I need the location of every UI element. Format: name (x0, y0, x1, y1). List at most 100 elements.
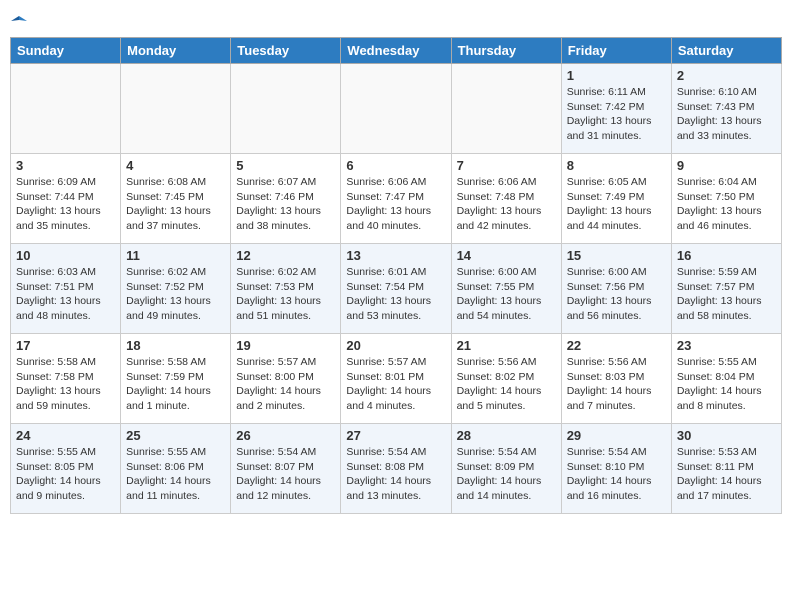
calendar-cell: 16 Sunrise: 5:59 AM Sunset: 7:57 PM Dayli… (671, 244, 781, 334)
day-number: 3 (16, 158, 115, 173)
calendar-cell: 27 Sunrise: 5:54 AM Sunset: 8:08 PM Dayli… (341, 424, 451, 514)
day-number: 1 (567, 68, 666, 83)
day-header-tuesday: Tuesday (231, 38, 341, 64)
day-number: 18 (126, 338, 225, 353)
day-number: 2 (677, 68, 776, 83)
calendar-header-row: SundayMondayTuesdayWednesdayThursdayFrid… (11, 38, 782, 64)
calendar-cell: 4 Sunrise: 6:08 AM Sunset: 7:45 PM Daylig… (121, 154, 231, 244)
day-number: 13 (346, 248, 445, 263)
calendar-week-2: 3 Sunrise: 6:09 AM Sunset: 7:44 PM Daylig… (11, 154, 782, 244)
day-number: 19 (236, 338, 335, 353)
day-number: 7 (457, 158, 556, 173)
day-number: 21 (457, 338, 556, 353)
day-number: 8 (567, 158, 666, 173)
day-number: 25 (126, 428, 225, 443)
day-detail: Sunrise: 6:03 AM Sunset: 7:51 PM Dayligh… (16, 265, 115, 324)
day-detail: Sunrise: 5:54 AM Sunset: 8:09 PM Dayligh… (457, 445, 556, 504)
calendar-cell: 20 Sunrise: 5:57 AM Sunset: 8:01 PM Dayli… (341, 334, 451, 424)
day-detail: Sunrise: 6:11 AM Sunset: 7:42 PM Dayligh… (567, 85, 666, 144)
calendar-cell: 12Sunrise: 6:02 AM Sunset: 7:53 PM Dayli… (231, 244, 341, 334)
calendar-cell: 30 Sunrise: 5:53 AM Sunset: 8:11 PM Dayli… (671, 424, 781, 514)
day-detail: Sunrise: 5:53 AM Sunset: 8:11 PM Dayligh… (677, 445, 776, 504)
day-header-monday: Monday (121, 38, 231, 64)
day-number: 20 (346, 338, 445, 353)
day-number: 27 (346, 428, 445, 443)
day-number: 17 (16, 338, 115, 353)
calendar-cell: 28 Sunrise: 5:54 AM Sunset: 8:09 PM Dayli… (451, 424, 561, 514)
calendar-cell: 21 Sunrise: 5:56 AM Sunset: 8:02 PM Dayli… (451, 334, 561, 424)
calendar-cell: 24Sunrise: 5:55 AM Sunset: 8:05 PM Dayli… (11, 424, 121, 514)
calendar-week-5: 24Sunrise: 5:55 AM Sunset: 8:05 PM Dayli… (11, 424, 782, 514)
day-number: 23 (677, 338, 776, 353)
day-number: 11 (126, 248, 225, 263)
day-header-sunday: Sunday (11, 38, 121, 64)
day-number: 16 (677, 248, 776, 263)
calendar-body: 1 Sunrise: 6:11 AM Sunset: 7:42 PM Daylig… (11, 64, 782, 514)
calendar-cell (451, 64, 561, 154)
calendar-week-1: 1 Sunrise: 6:11 AM Sunset: 7:42 PM Daylig… (11, 64, 782, 154)
calendar-cell: 10 Sunrise: 6:03 AM Sunset: 7:51 PM Dayli… (11, 244, 121, 334)
day-number: 24 (16, 428, 115, 443)
calendar-week-3: 10 Sunrise: 6:03 AM Sunset: 7:51 PM Dayli… (11, 244, 782, 334)
day-detail: Sunrise: 6:06 AM Sunset: 7:48 PM Dayligh… (457, 175, 556, 234)
calendar-cell: 29 Sunrise: 5:54 AM Sunset: 8:10 PM Dayli… (561, 424, 671, 514)
day-detail: Sunrise: 6:10 AM Sunset: 7:43 PM Dayligh… (677, 85, 776, 144)
calendar-cell: 18Sunrise: 5:58 AM Sunset: 7:59 PM Dayli… (121, 334, 231, 424)
day-detail: Sunrise: 6:05 AM Sunset: 7:49 PM Dayligh… (567, 175, 666, 234)
calendar-cell: 1 Sunrise: 6:11 AM Sunset: 7:42 PM Daylig… (561, 64, 671, 154)
day-number: 4 (126, 158, 225, 173)
calendar-cell (11, 64, 121, 154)
day-detail: Sunrise: 6:01 AM Sunset: 7:54 PM Dayligh… (346, 265, 445, 324)
calendar-cell (121, 64, 231, 154)
calendar-week-4: 17 Sunrise: 5:58 AM Sunset: 7:58 PM Dayli… (11, 334, 782, 424)
day-detail: Sunrise: 6:08 AM Sunset: 7:45 PM Dayligh… (126, 175, 225, 234)
day-number: 22 (567, 338, 666, 353)
day-detail: Sunrise: 6:06 AM Sunset: 7:47 PM Dayligh… (346, 175, 445, 234)
day-number: 10 (16, 248, 115, 263)
calendar-cell: 19 Sunrise: 5:57 AM Sunset: 8:00 PM Dayli… (231, 334, 341, 424)
calendar-cell: 26Sunrise: 5:54 AM Sunset: 8:07 PM Dayli… (231, 424, 341, 514)
day-detail: Sunrise: 6:09 AM Sunset: 7:44 PM Dayligh… (16, 175, 115, 234)
day-detail: Sunrise: 5:59 AM Sunset: 7:57 PM Dayligh… (677, 265, 776, 324)
day-detail: Sunrise: 5:57 AM Sunset: 8:01 PM Dayligh… (346, 355, 445, 414)
day-detail: Sunrise: 5:56 AM Sunset: 8:02 PM Dayligh… (457, 355, 556, 414)
day-header-thursday: Thursday (451, 38, 561, 64)
day-number: 5 (236, 158, 335, 173)
calendar-cell: 23 Sunrise: 5:55 AM Sunset: 8:04 PM Dayli… (671, 334, 781, 424)
calendar-cell: 22Sunrise: 5:56 AM Sunset: 8:03 PM Dayli… (561, 334, 671, 424)
calendar-table: SundayMondayTuesdayWednesdayThursdayFrid… (10, 37, 782, 514)
day-detail: Sunrise: 5:55 AM Sunset: 8:04 PM Dayligh… (677, 355, 776, 414)
day-detail: Sunrise: 6:00 AM Sunset: 7:56 PM Dayligh… (567, 265, 666, 324)
calendar-cell: 7 Sunrise: 6:06 AM Sunset: 7:48 PM Daylig… (451, 154, 561, 244)
day-header-saturday: Saturday (671, 38, 781, 64)
day-detail: Sunrise: 5:54 AM Sunset: 8:10 PM Dayligh… (567, 445, 666, 504)
calendar-cell: 14 Sunrise: 6:00 AM Sunset: 7:55 PM Dayli… (451, 244, 561, 334)
day-detail: Sunrise: 5:54 AM Sunset: 8:07 PM Dayligh… (236, 445, 335, 504)
calendar-cell: 3 Sunrise: 6:09 AM Sunset: 7:44 PM Daylig… (11, 154, 121, 244)
day-detail: Sunrise: 6:00 AM Sunset: 7:55 PM Dayligh… (457, 265, 556, 324)
day-number: 6 (346, 158, 445, 173)
calendar-cell: 6 Sunrise: 6:06 AM Sunset: 7:47 PM Daylig… (341, 154, 451, 244)
day-detail: Sunrise: 6:02 AM Sunset: 7:53 PM Dayligh… (236, 265, 335, 324)
day-number: 29 (567, 428, 666, 443)
day-header-wednesday: Wednesday (341, 38, 451, 64)
calendar-cell: 17 Sunrise: 5:58 AM Sunset: 7:58 PM Dayli… (11, 334, 121, 424)
day-number: 30 (677, 428, 776, 443)
day-detail: Sunrise: 5:58 AM Sunset: 7:58 PM Dayligh… (16, 355, 115, 414)
calendar-cell: 15 Sunrise: 6:00 AM Sunset: 7:56 PM Dayli… (561, 244, 671, 334)
calendar-cell: 5 Sunrise: 6:07 AM Sunset: 7:46 PM Daylig… (231, 154, 341, 244)
day-detail: Sunrise: 5:57 AM Sunset: 8:00 PM Dayligh… (236, 355, 335, 414)
calendar-cell (231, 64, 341, 154)
page-header (10, 10, 782, 29)
day-number: 14 (457, 248, 556, 263)
day-detail: Sunrise: 6:07 AM Sunset: 7:46 PM Dayligh… (236, 175, 335, 234)
logo (10, 10, 27, 29)
day-number: 15 (567, 248, 666, 263)
day-detail: Sunrise: 6:04 AM Sunset: 7:50 PM Dayligh… (677, 175, 776, 234)
calendar-cell: 9 Sunrise: 6:04 AM Sunset: 7:50 PM Daylig… (671, 154, 781, 244)
logo-bird-icon (11, 13, 27, 29)
day-number: 9 (677, 158, 776, 173)
day-detail: Sunrise: 5:55 AM Sunset: 8:06 PM Dayligh… (126, 445, 225, 504)
day-number: 28 (457, 428, 556, 443)
day-detail: Sunrise: 5:54 AM Sunset: 8:08 PM Dayligh… (346, 445, 445, 504)
